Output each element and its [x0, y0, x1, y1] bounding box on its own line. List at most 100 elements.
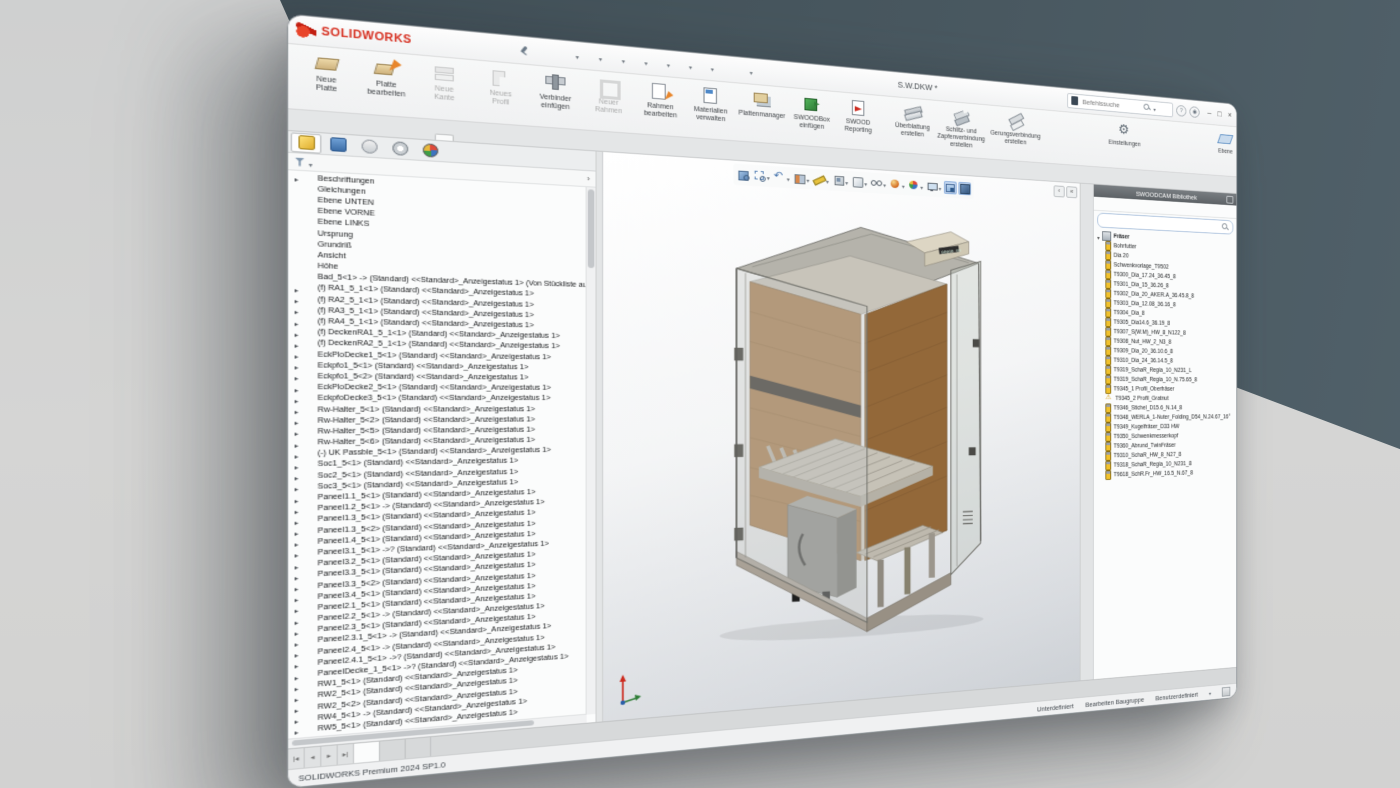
status-grid-icon[interactable]	[1222, 686, 1230, 696]
menu-item[interactable]	[443, 41, 455, 46]
scrollbar-thumb[interactable]	[588, 189, 595, 268]
close-button[interactable]: ×	[1228, 111, 1232, 119]
command-tab[interactable]	[491, 137, 510, 144]
ribbon-button[interactable]: Rahmen bearbeiten	[635, 76, 686, 135]
task-pane-tab[interactable]	[1083, 244, 1091, 253]
ribbon-button[interactable]: Neuer Rahmen	[582, 72, 634, 132]
ribbon-button[interactable]: Ebene	[1207, 126, 1237, 176]
add-folder-icon[interactable]	[1109, 200, 1116, 208]
menu-item[interactable]	[485, 45, 497, 50]
library-tool-row[interactable]: T9618_SchR.Fr_HW_16.5_N.67_8	[1105, 468, 1236, 480]
ribbon-button[interactable]: Gerungsverbindung erstellen	[988, 107, 1043, 161]
dropdown-caret-icon[interactable]	[689, 57, 692, 75]
sauna-3d-model[interactable]: 00000 00	[693, 195, 1010, 656]
qat-button[interactable]	[652, 52, 671, 74]
dropdown-caret-icon[interactable]	[883, 175, 886, 192]
qat-button[interactable]	[583, 46, 603, 68]
task-pane-tab[interactable]	[1083, 272, 1091, 281]
refresh-icon[interactable]	[1098, 200, 1105, 208]
view-tool-button[interactable]	[812, 170, 830, 190]
command-tab[interactable]	[528, 140, 546, 147]
view-tool-button[interactable]	[907, 176, 924, 195]
qat-button[interactable]	[541, 45, 557, 61]
feature-tree-row[interactable]: EckpfoDecke3_5<1> (Standard) <<Standard>…	[288, 393, 595, 404]
dropdown-caret-icon[interactable]	[750, 62, 753, 80]
tree-vertical-scrollbar[interactable]	[586, 187, 596, 715]
qat-button[interactable]	[696, 56, 715, 77]
dropdown-caret-icon[interactable]	[845, 173, 848, 190]
command-tab[interactable]	[454, 135, 473, 143]
document-tab[interactable]	[380, 739, 406, 760]
menu-item[interactable]	[457, 42, 469, 47]
expand-arrow-icon[interactable]	[295, 170, 301, 187]
ribbon-button[interactable]: Platte bearbeiten	[357, 52, 416, 116]
book-icon[interactable]	[1119, 201, 1126, 209]
help-button[interactable]: ?	[1176, 104, 1186, 116]
task-pane-tab[interactable]	[1083, 188, 1091, 197]
task-pane-tab[interactable]	[1083, 216, 1091, 225]
collapse-caret-icon[interactable]	[1097, 229, 1099, 244]
dropdown-caret-icon[interactable]	[575, 46, 578, 65]
tab-feature-manager[interactable]	[291, 132, 322, 153]
minimize-button[interactable]: –	[1208, 109, 1212, 117]
dropdown-caret-icon[interactable]	[902, 176, 905, 193]
command-tab[interactable]	[337, 127, 357, 135]
qat-button[interactable]	[629, 50, 648, 72]
dropdown-caret-icon[interactable]	[864, 174, 867, 191]
document-tab[interactable]	[406, 737, 431, 758]
dropdown-caret-icon[interactable]	[622, 50, 625, 68]
graphics-viewport[interactable]: ‹ « 000	[603, 152, 1080, 721]
command-tab[interactable]	[376, 129, 396, 137]
command-tab[interactable]	[357, 128, 377, 136]
tab-dimxpert-manager[interactable]	[385, 138, 414, 159]
view-tool-button[interactable]	[773, 167, 791, 187]
collapse-pane-button[interactable]: ‹	[1054, 185, 1065, 197]
view-tool-button[interactable]	[944, 181, 957, 195]
command-tab[interactable]	[396, 131, 415, 139]
view-tool-button[interactable]	[926, 177, 942, 196]
expand-pane-button[interactable]: «	[1066, 186, 1077, 198]
ribbon-button[interactable]: SWOOD Reporting	[835, 94, 881, 150]
menu-item[interactable]	[499, 46, 511, 51]
menu-item[interactable]	[429, 39, 441, 44]
ribbon-button[interactable]: Schlitz- und Zapfenverbindung erstellen	[935, 103, 988, 158]
library-tool-row[interactable]: T9345_1 Profil_Oberfräser	[1105, 384, 1236, 394]
tab-configuration-manager[interactable]	[354, 136, 384, 157]
library-tool-row[interactable]: T9345_2 Profil_Gratnut	[1105, 394, 1236, 404]
ribbon-button[interactable]: Neues Profil	[473, 62, 529, 124]
view-tool-button[interactable]	[736, 168, 750, 182]
dropdown-caret-icon[interactable]	[806, 170, 809, 187]
task-pane-tab[interactable]	[1083, 258, 1091, 267]
feature-tree-row[interactable]: EckPloDecke2_5<1> (Standard) <<Standard>…	[288, 382, 595, 394]
filter-icon[interactable]	[295, 157, 305, 166]
command-tab[interactable]	[296, 124, 316, 132]
library-tool-row[interactable]: T9319_SchaR_Regla_10_N.75.65_8	[1105, 375, 1236, 385]
dropdown-caret-icon[interactable]	[711, 59, 714, 77]
qat-button[interactable]	[718, 61, 732, 76]
dropdown-caret-icon[interactable]	[787, 169, 790, 186]
view-tool-button[interactable]	[851, 172, 868, 192]
ribbon-button[interactable]: Verbinder einfügen	[528, 67, 582, 128]
search-icon[interactable]	[1144, 103, 1151, 111]
command-tab[interactable]	[473, 136, 492, 143]
units-caret-icon[interactable]	[1209, 689, 1211, 697]
qat-button[interactable]	[560, 43, 580, 65]
ribbon-button[interactable]: Neue Platte	[296, 47, 357, 112]
view-tool-button[interactable]	[753, 166, 771, 186]
view-tool-button[interactable]	[793, 168, 811, 188]
command-tab[interactable]	[435, 133, 454, 141]
dropdown-caret-icon[interactable]	[920, 178, 923, 195]
user-account-button[interactable]: ◉	[1190, 106, 1200, 118]
view-tool-button[interactable]	[959, 182, 972, 195]
search-input[interactable]	[1081, 96, 1142, 111]
ribbon-button[interactable]: Überblattung erstellen	[890, 99, 934, 154]
search-caret-icon[interactable]	[1153, 100, 1155, 116]
ribbon-button[interactable]: Neue Kante	[416, 57, 473, 120]
status-units[interactable]: Benutzerdefiniert	[1155, 690, 1198, 702]
ribbon-button[interactable]: Plattenmanager	[735, 85, 788, 143]
qat-button[interactable]	[674, 54, 693, 75]
dropdown-caret-icon[interactable]	[939, 179, 942, 196]
pin-menu-icon[interactable]	[518, 45, 529, 56]
dropdown-caret-icon[interactable]	[767, 168, 770, 185]
dropdown-caret-icon[interactable]	[599, 48, 602, 66]
